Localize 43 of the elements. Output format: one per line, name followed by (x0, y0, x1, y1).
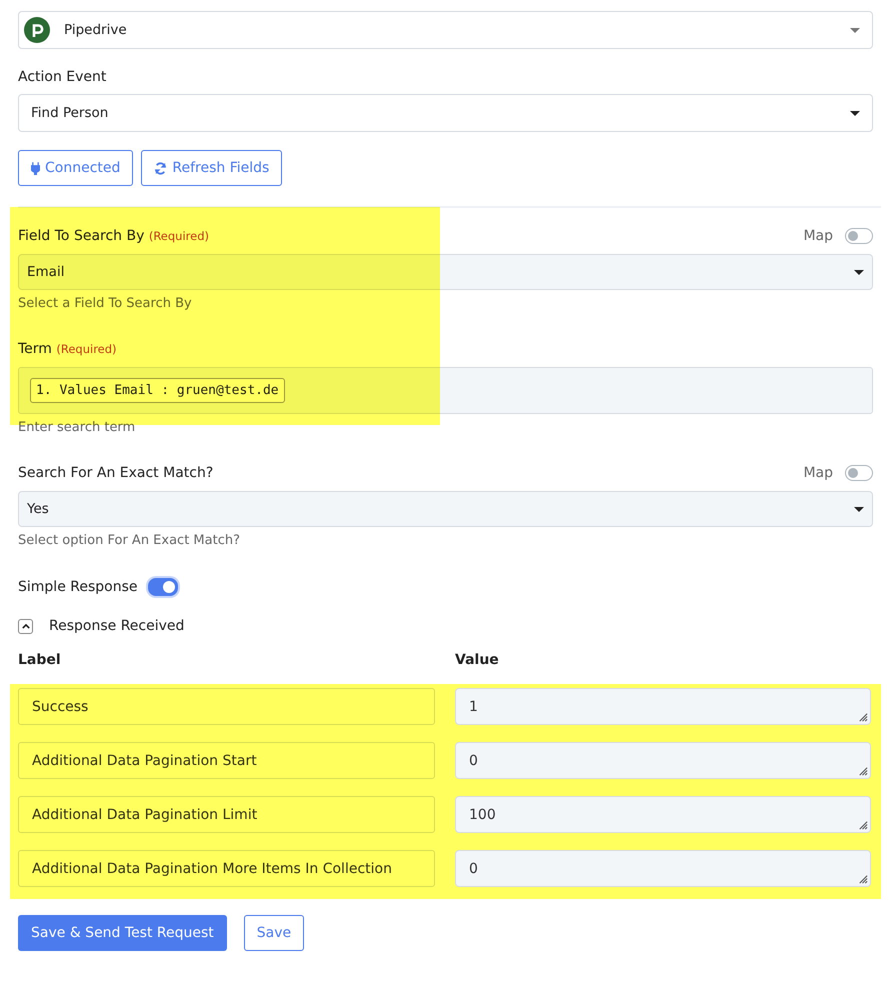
column-header: Value (455, 652, 500, 668)
caret-icon (850, 110, 860, 116)
collapse-toggle[interactable] (18, 618, 33, 634)
chevron-up-icon (22, 624, 30, 628)
map-toggle[interactable] (845, 228, 873, 244)
map-toggle[interactable] (845, 465, 873, 481)
save-and-send-button[interactable]: Save & Send Test Request (18, 915, 227, 951)
pipedrive-logo-icon (24, 17, 50, 43)
column-header: Label (18, 652, 62, 668)
action-event-select[interactable]: Find Person (18, 94, 873, 132)
section-title: Response Received (49, 618, 184, 634)
select-value: Find Person (31, 105, 110, 121)
connected-button[interactable]: Connected (18, 150, 134, 186)
select-value: Email (27, 264, 66, 280)
simple-response-toggle[interactable] (148, 578, 178, 596)
resize-grip-icon (857, 819, 868, 830)
resize-grip-icon (857, 873, 868, 884)
caret-icon (854, 270, 864, 274)
caret-icon (854, 506, 864, 512)
field-select[interactable]: Yes (18, 491, 873, 527)
map-label: Map (803, 465, 833, 481)
field-label: Field To Search By (Required) (18, 228, 209, 244)
field-label: Action Event (18, 69, 108, 85)
refresh-icon (154, 162, 168, 174)
resize-grip-icon (857, 711, 868, 722)
select-value: Yes (27, 501, 50, 517)
field-label: Term (Required) (18, 341, 117, 357)
app-select[interactable]: Pipedrive (18, 11, 873, 49)
simple-response-label: Simple Response (18, 579, 138, 595)
refresh-fields-button[interactable]: Refresh Fields (141, 150, 282, 186)
field-label: Search For An Exact Match? (18, 465, 214, 481)
value-textarea[interactable]: 0 (455, 850, 871, 887)
value-textarea[interactable]: 100 (455, 796, 871, 833)
save-button[interactable]: Save (244, 915, 304, 951)
help-text: Select a Field To Search By (18, 296, 193, 311)
help-text: Select option For An Exact Match? (18, 533, 242, 548)
value-textarea[interactable]: 1 (455, 688, 871, 725)
resize-grip-icon (857, 765, 868, 776)
map-label: Map (803, 228, 833, 244)
select-value: Pipedrive (64, 22, 128, 38)
caret-icon (850, 28, 860, 32)
plug-icon (31, 162, 40, 174)
value-textarea[interactable]: 0 (455, 742, 871, 779)
